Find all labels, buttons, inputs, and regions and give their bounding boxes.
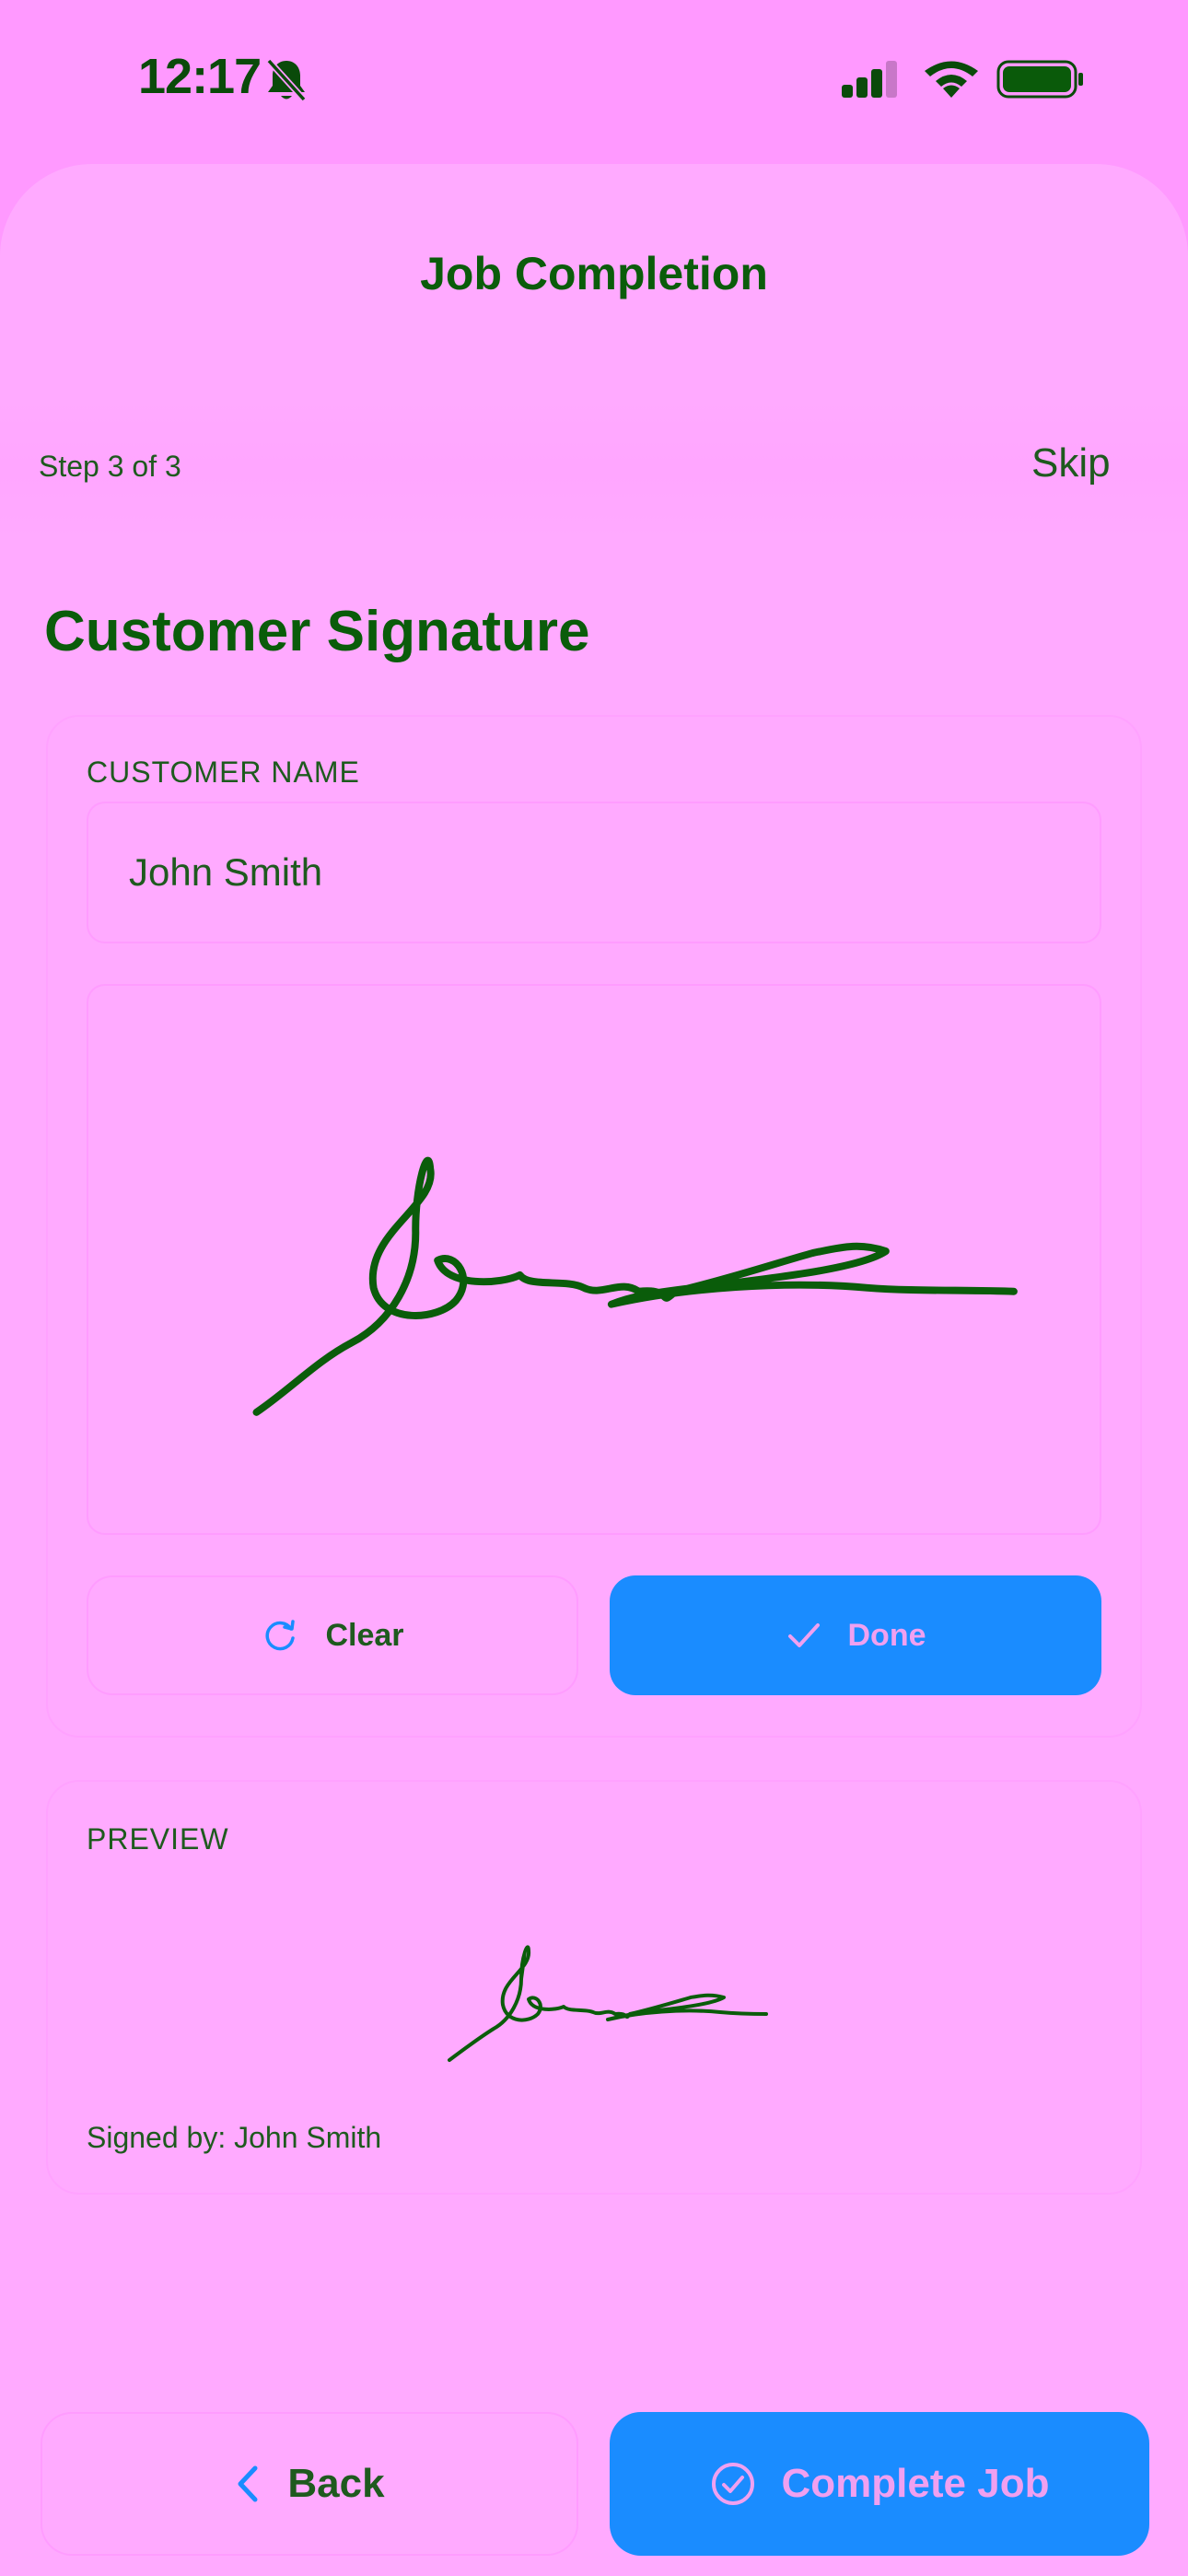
refresh-icon — [265, 1620, 296, 1651]
customer-name-label: CUSTOMER NAME — [87, 755, 360, 789]
status-time: 12:17 — [138, 49, 262, 104]
battery-icon — [996, 60, 1083, 99]
signature-pad[interactable] — [87, 984, 1101, 1535]
preview-label: PREVIEW — [87, 1822, 229, 1856]
complete-job-button[interactable]: Complete Job — [610, 2412, 1149, 2556]
complete-job-button-label: Complete Job — [781, 2461, 1050, 2506]
wifi-icon — [925, 61, 978, 98]
signal-icon — [842, 61, 897, 98]
signature-drawing — [252, 1156, 1018, 1416]
page-title: Job Completion — [420, 248, 768, 299]
step-progress-text: Step 3 of 3 — [39, 450, 181, 483]
section-title: Customer Signature — [44, 600, 590, 663]
clear-button[interactable]: Clear — [87, 1575, 578, 1695]
checkmark-icon — [787, 1623, 820, 1647]
chevron-left-icon — [238, 2465, 258, 2502]
bell-slash-icon — [266, 58, 307, 102]
clear-button-label: Clear — [325, 1617, 404, 1653]
back-button-label: Back — [287, 2461, 385, 2506]
skip-button[interactable]: Skip — [1031, 440, 1111, 486]
done-button[interactable]: Done — [610, 1575, 1101, 1695]
signature-preview-image — [448, 1945, 768, 2062]
back-button[interactable]: Back — [41, 2412, 578, 2556]
customer-name-input[interactable] — [87, 802, 1101, 943]
done-button-label: Done — [847, 1617, 926, 1653]
signed-by-text: Signed by: John Smith — [87, 2121, 382, 2154]
check-circle-icon — [711, 2463, 754, 2505]
